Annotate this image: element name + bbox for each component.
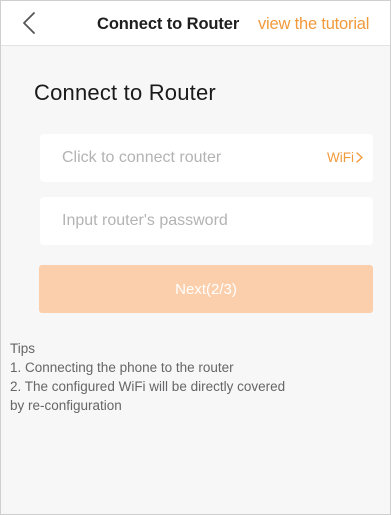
tips-section: Tips 1. Connecting the phone to the rout… xyxy=(10,339,285,415)
chevron-right-icon xyxy=(356,152,363,163)
connect-router-field[interactable]: Click to connect router WiFi xyxy=(40,134,373,182)
wifi-label: WiFi xyxy=(327,150,354,165)
password-input[interactable] xyxy=(40,197,373,245)
nav-title: Connect to Router xyxy=(97,15,240,33)
wifi-select-link[interactable]: WiFi xyxy=(327,150,363,165)
nav-bar: Connect to Router view the tutorial xyxy=(1,1,390,46)
password-field[interactable] xyxy=(40,197,373,245)
tip-line-3: by re-configuration xyxy=(10,398,122,413)
tips-heading: Tips xyxy=(10,341,36,356)
view-tutorial-link[interactable]: view the tutorial xyxy=(258,15,369,34)
connect-router-screen: Connect to Router view the tutorial Conn… xyxy=(0,0,391,515)
tip-line-1: 1. Connecting the phone to the router xyxy=(10,360,234,375)
connect-router-placeholder: Click to connect router xyxy=(62,149,222,166)
page-title: Connect to Router xyxy=(34,80,216,105)
back-button[interactable] xyxy=(17,11,41,35)
chevron-left-icon xyxy=(23,12,35,34)
tip-line-2: 2. The configured WiFi will be directly … xyxy=(10,379,286,394)
next-button[interactable]: Next(2/3) xyxy=(39,265,373,313)
